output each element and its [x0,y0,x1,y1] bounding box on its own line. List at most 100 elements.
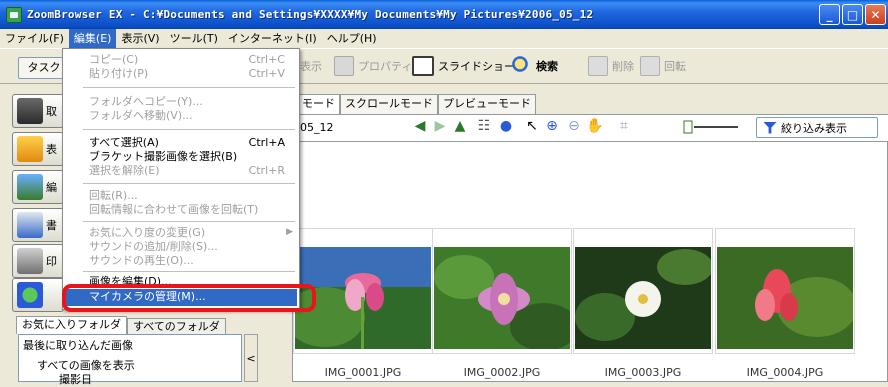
pointer-icon[interactable]: ↖ [524,118,540,134]
menu-item-sound-play[interactable]: サウンドの再生(O)... [89,254,194,268]
info-icon[interactable]: ● [498,118,514,134]
search-button[interactable]: 検索 [512,52,558,80]
shortcut-deselect: Ctrl+R [248,164,285,177]
rotate-icon [640,56,660,76]
thumbnail-caption: IMG_0002.JPG [463,366,541,379]
menu-item-deselect[interactable]: 選択を解除(E) [89,164,160,178]
tab-scroll-mode[interactable]: スクロールモード [340,94,438,114]
shortcut-copy: Ctrl+C [248,53,285,66]
edit-menu-dropdown: コピー(C) Ctrl+C 貼り付け(P) Ctrl+V フォルダへコピー(Y)… [62,48,300,310]
folder-tabs: お気に入りフォルダ すべてのフォルダ [16,316,226,334]
menu-item-move-to-folder[interactable]: フォルダへ移動(V)... [89,109,193,123]
properties-label: プロパティ [358,60,413,73]
tab-preview-mode[interactable]: プレビューモード [438,94,536,114]
view-task-button[interactable]: 表 [12,132,64,166]
menu-item-copy-to-folder[interactable]: フォルダへコピー(Y)... [89,95,203,109]
menu-item-rotate-by-info[interactable]: 回転情報に合わせて画像を回転(T) [89,203,258,217]
edit-task-button[interactable]: 編 [12,170,64,204]
view-mode-tabs: モード スクロールモード プレビューモード [297,94,536,114]
display-settings-icon[interactable]: ☷ [476,118,492,134]
photo-white-flower [575,247,711,349]
print-task-button[interactable]: 印 [12,244,64,278]
import-task-button[interactable]: 取 [12,94,64,128]
filter-label: 絞り込み表示 [781,121,847,135]
collapse-panel-button[interactable]: < [244,334,258,382]
tab-all-folders[interactable]: すべてのフォルダ [127,318,226,334]
thumbnail-size-slider[interactable] [680,120,740,134]
search-icon [512,56,532,76]
up-arrow-icon[interactable]: ▲ [452,118,468,134]
slideshow-button[interactable]: スライドショー [412,52,515,80]
view-toolbar-button[interactable]: 表示 [300,52,322,80]
zoom-out-icon[interactable]: ⊖ [566,118,582,134]
thumbnail-img-0003[interactable] [573,228,713,354]
photo-red-flower [717,247,853,349]
menu-item-rotate[interactable]: 回転(R)... [89,189,138,203]
filter-view-button[interactable]: 絞り込み表示 [756,117,878,138]
tab-mode[interactable]: モード [297,94,340,114]
tree-item-last-imported[interactable]: 最後に取り込んだ画像 [23,337,133,353]
close-button[interactable]: ✕ [865,4,886,25]
menu-item-sound-add-remove[interactable]: サウンドの追加/削除(S)... [89,240,218,254]
camera-icon [17,98,43,124]
edit-task-label: 編 [46,181,57,194]
zoom-in-icon[interactable]: ⊕ [544,118,560,134]
write-task-button[interactable]: 書 [12,208,64,242]
slideshow-label: スライドショー [438,60,515,73]
zoombrowser-app-icon [6,6,22,23]
trash-icon [588,56,608,76]
print-task-label: 印 [46,255,57,268]
properties-icon [334,56,354,76]
properties-button[interactable]: プロパティ [334,52,412,80]
submenu-arrow-icon: ▶ [286,227,293,237]
delete-label: 削除 [612,60,634,73]
delete-button[interactable]: 削除 [588,52,634,80]
fit-icon[interactable]: ⌗ [616,118,632,134]
menu-separator [83,87,295,88]
shortcut-paste: Ctrl+V [248,67,285,80]
menu-edit[interactable]: 編集(E) [68,29,117,48]
menu-item-select-bracket[interactable]: ブラケット撮影画像を選択(B) [89,150,237,164]
edit-image-icon [17,174,43,200]
view-label: 表示 [300,60,322,73]
current-path: 05_12 [300,121,334,134]
disc-write-icon [17,212,43,238]
import-task-label: 取 [46,105,57,118]
menu-separator [83,271,295,272]
rotate-label: 回転 [664,60,686,73]
menu-internet[interactable]: インターネット(I) [223,29,322,48]
menu-separator [83,129,295,130]
thumbnail-caption: IMG_0003.JPG [604,366,682,379]
tab-favorite-folders[interactable]: お気に入りフォルダ [16,316,127,334]
menu-help[interactable]: ヘルプ(H) [322,29,382,48]
window-title: ZoomBrowser EX - C:¥Documents and Settin… [27,8,594,21]
shortcut-select-all: Ctrl+A [248,136,285,149]
write-task-label: 書 [46,219,57,232]
thumbnail-img-0004[interactable] [715,228,855,354]
search-label: 検索 [536,60,558,73]
menu-view[interactable]: 表示(V) [116,29,164,48]
maximize-button[interactable]: □ [842,4,863,25]
menu-item-select-all[interactable]: すべて選択(A) [89,136,159,150]
menu-file[interactable]: ファイル(F) [0,29,69,48]
minimize-button[interactable]: _ [819,4,840,25]
internet-task-button[interactable] [12,278,64,312]
thumbnail-caption: IMG_0001.JPG [324,366,402,379]
menu-item-copy[interactable]: コピー(C) [89,53,138,67]
menu-bar: ファイル(F) 編集(E) 表示(V) ツール(T) インターネット(I) ヘル… [0,29,888,48]
forward-arrow-icon[interactable]: ▶ [432,118,448,134]
slideshow-icon [412,56,434,76]
thumbnail-img-0002[interactable] [432,228,572,354]
back-arrow-icon[interactable]: ◀ [412,118,428,134]
menu-item-paste[interactable]: 貼り付け(P) [89,67,148,81]
folder-tree: 最後に取り込んだ画像 すべての画像を表示 撮影日 [18,334,242,386]
hand-icon[interactable]: ✋ [586,118,603,134]
title-bar: ZoomBrowser EX - C:¥Documents and Settin… [0,0,888,29]
rotate-button[interactable]: 回転 [640,52,686,80]
menu-separator [83,221,295,222]
menu-tools[interactable]: ツール(T) [165,29,223,48]
tree-item-shooting-date[interactable]: 撮影日 [59,371,92,387]
printer-icon [17,248,43,274]
thumbnail-caption: IMG_0004.JPG [746,366,824,379]
menu-item-favorite-level[interactable]: お気に入り度の変更(G) [89,226,205,240]
